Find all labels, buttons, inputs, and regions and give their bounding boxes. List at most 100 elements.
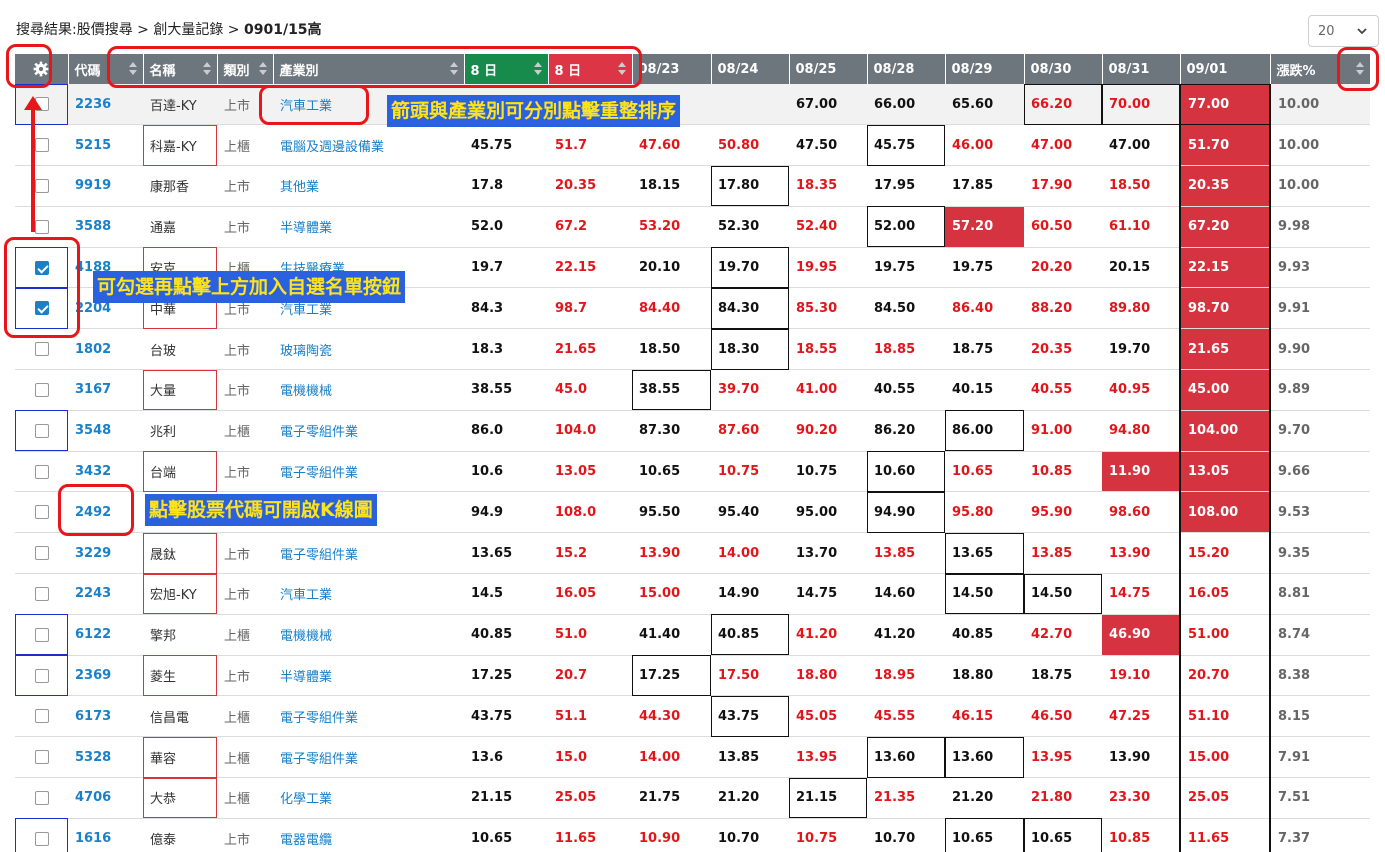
sort-arrows-icon[interactable] <box>258 62 267 76</box>
column-0828: 08/28 <box>867 54 946 84</box>
industry-link[interactable]: 化學工業 <box>273 777 464 819</box>
price-cell: 21.20 <box>711 777 789 819</box>
stock-code-link[interactable]: 3548 <box>68 410 143 452</box>
row-checkbox[interactable] <box>34 709 49 724</box>
column-code[interactable]: 代碼 <box>68 54 144 84</box>
industry-link[interactable]: 電子零組件業 <box>273 695 464 738</box>
industry-link[interactable]: 玻璃陶瓷 <box>273 328 464 371</box>
price-cell: 13.70 <box>789 532 867 575</box>
row-checkbox[interactable] <box>34 178 49 193</box>
row-checkbox[interactable] <box>34 790 49 805</box>
industry-link[interactable]: 電子零組件業 <box>273 736 464 779</box>
price-cell: 18.35 <box>789 165 867 207</box>
row-checkbox[interactable] <box>34 586 49 601</box>
row-checkbox[interactable] <box>34 505 49 520</box>
stock-code-link[interactable]: 2236 <box>68 84 143 126</box>
price-cell: 47.60 <box>632 124 711 167</box>
price-cell: 14.00 <box>632 736 711 779</box>
industry-link[interactable]: 其他業 <box>273 165 464 207</box>
industry-link[interactable]: 電子零組件業 <box>273 410 464 452</box>
row-checkbox[interactable] <box>34 423 49 438</box>
stock-code-link[interactable]: 3588 <box>68 206 143 248</box>
row-checkbox[interactable] <box>34 382 49 397</box>
price-cell: 87.30 <box>632 410 711 452</box>
table-row: 1802 台玻 上市 玻璃陶瓷 18.3 21.65 18.50 18.30 18.55 18.8… <box>15 328 1370 371</box>
change-percent: 9.66 <box>1270 451 1370 493</box>
stock-code-link[interactable]: 4706 <box>68 777 143 819</box>
price-cell: 21.35 <box>867 777 945 819</box>
column-name[interactable]: 名稱 <box>143 54 218 84</box>
column-8day-high[interactable]: 8 日 <box>548 54 633 84</box>
industry-link[interactable]: 電腦及週邊設備業 <box>273 124 464 167</box>
stock-code-link[interactable]: 1802 <box>68 328 143 371</box>
row-checkbox[interactable] <box>34 668 49 683</box>
row-checkbox[interactable] <box>34 750 49 765</box>
industry-link[interactable]: 汽車工業 <box>273 573 464 615</box>
industry-link[interactable]: 半導體業 <box>273 655 464 697</box>
industry-link[interactable]: 電子零組件業 <box>273 532 464 575</box>
price-cell: 40.55 <box>867 369 945 411</box>
sort-arrows-icon[interactable] <box>617 62 626 76</box>
price-cell: 20.70 <box>1179 655 1271 697</box>
stock-code-link[interactable]: 2492 <box>68 491 143 534</box>
row-checkbox[interactable] <box>34 219 49 234</box>
sort-arrows-icon[interactable] <box>1355 62 1364 76</box>
price-cell: 52.00 <box>867 206 945 248</box>
results-table: 代碼 名稱 類別 產業別 8 日 8 日 08/23 08/24 08/25 0… <box>15 54 1371 852</box>
sort-arrows-icon[interactable] <box>202 62 211 76</box>
price-cell: 15.00 <box>1179 736 1271 779</box>
price-cell: 41.40 <box>632 614 711 656</box>
industry-link[interactable]: 電機機械 <box>273 614 464 656</box>
row-checkbox[interactable] <box>34 342 49 357</box>
stock-code-link[interactable]: 6122 <box>68 614 143 656</box>
price-cell <box>711 84 789 126</box>
row-checkbox[interactable] <box>34 831 49 846</box>
stock-code-link[interactable]: 2243 <box>68 573 143 615</box>
price-cell: 10.6 <box>464 451 548 493</box>
column-8day-low[interactable]: 8 日 <box>464 54 549 84</box>
price-cell: 51.10 <box>1179 695 1271 738</box>
change-percent: 7.37 <box>1270 818 1370 852</box>
price-cell: 104.0 <box>548 410 632 452</box>
industry-link[interactable]: 電子零組件業 <box>273 451 464 493</box>
stock-code-link[interactable]: 2369 <box>68 655 143 697</box>
market-type: 上市 <box>217 206 273 248</box>
stock-code-link[interactable]: 3167 <box>68 369 143 411</box>
sort-arrows-icon[interactable] <box>533 62 542 76</box>
row-checkbox[interactable] <box>34 138 49 153</box>
row-checkbox[interactable] <box>34 464 49 479</box>
stock-code-link[interactable]: 3432 <box>68 451 143 493</box>
sort-arrows-icon[interactable] <box>449 62 458 76</box>
column-change[interactable]: 漲跌% <box>1270 54 1371 84</box>
row-checkbox[interactable] <box>34 546 49 561</box>
stock-code-link[interactable]: 6173 <box>68 695 143 738</box>
price-cell: 21.80 <box>1024 777 1102 819</box>
sort-arrows-icon[interactable] <box>128 62 137 76</box>
stock-code-link[interactable]: 5328 <box>68 736 143 779</box>
table-row: 2236 百達-KY 上市 汽車工業 67.00 66.00 65.60 66.20 70.00… <box>15 84 1370 126</box>
industry-link[interactable]: 半導體業 <box>273 206 464 248</box>
price-cell: 13.90 <box>632 532 711 575</box>
column-type[interactable]: 類別 <box>217 54 274 84</box>
page-size-select[interactable]: 20 <box>1308 15 1379 47</box>
industry-link[interactable]: 電機機械 <box>273 369 464 411</box>
column-industry[interactable]: 產業別 <box>273 54 465 84</box>
row-checkbox[interactable] <box>34 627 49 642</box>
price-cell: 86.00 <box>945 410 1024 452</box>
column-change-label: 漲跌% <box>1276 63 1316 79</box>
stock-code-link[interactable]: 5215 <box>68 124 143 167</box>
price-cell: 51.70 <box>1179 124 1271 167</box>
settings-button[interactable] <box>15 54 69 84</box>
stock-code-link[interactable]: 1616 <box>68 818 143 852</box>
change-percent: 9.35 <box>1270 532 1370 575</box>
row-checkbox[interactable] <box>34 260 49 275</box>
price-cell: 19.75 <box>945 247 1024 289</box>
industry-link[interactable]: 電器電纜 <box>273 818 464 852</box>
change-percent: 9.90 <box>1270 328 1370 371</box>
price-cell: 17.8 <box>464 165 548 207</box>
price-cell: 45.75 <box>464 124 548 167</box>
price-cell: 66.20 <box>1024 84 1102 126</box>
stock-code-link[interactable]: 9919 <box>68 165 143 207</box>
row-checkbox[interactable] <box>34 301 49 316</box>
stock-code-link[interactable]: 3229 <box>68 532 143 575</box>
